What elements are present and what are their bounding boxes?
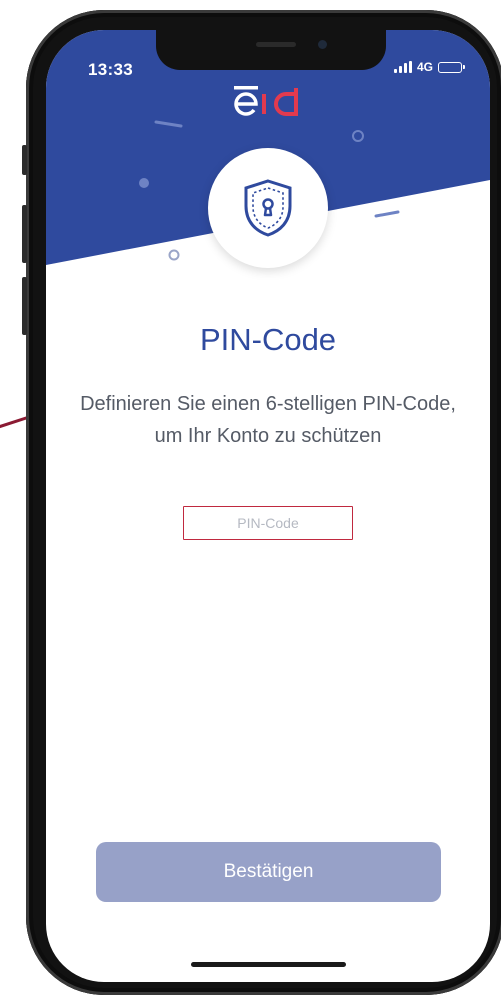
volume-up-button (22, 205, 27, 263)
network-label: 4G (416, 60, 433, 74)
status-indicators: 4G (393, 60, 465, 74)
notch (156, 30, 386, 70)
signal-icon (393, 61, 412, 73)
app-screen: 13:33 4G PIN-Code Definieren Sie einen 6… (46, 30, 490, 982)
confirm-button[interactable]: Bestätigen (96, 842, 441, 902)
battery-icon (438, 61, 465, 73)
stage: 13:33 4G PIN-Code Definieren Sie einen 6… (0, 0, 501, 995)
volume-down-button (22, 277, 27, 335)
shield-badge (208, 148, 328, 268)
status-time: 13:33 (88, 60, 133, 79)
home-indicator[interactable] (191, 962, 346, 967)
mute-switch (22, 145, 27, 175)
speaker-grille (256, 42, 296, 47)
page-description: Definieren Sie einen 6-stelligen PIN-Cod… (80, 393, 456, 447)
pin-code-input[interactable] (183, 506, 353, 540)
shield-keyhole-icon (244, 179, 292, 237)
page-title: PIN-Code (199, 322, 337, 357)
front-camera (318, 40, 327, 49)
eid-logo (234, 86, 298, 116)
